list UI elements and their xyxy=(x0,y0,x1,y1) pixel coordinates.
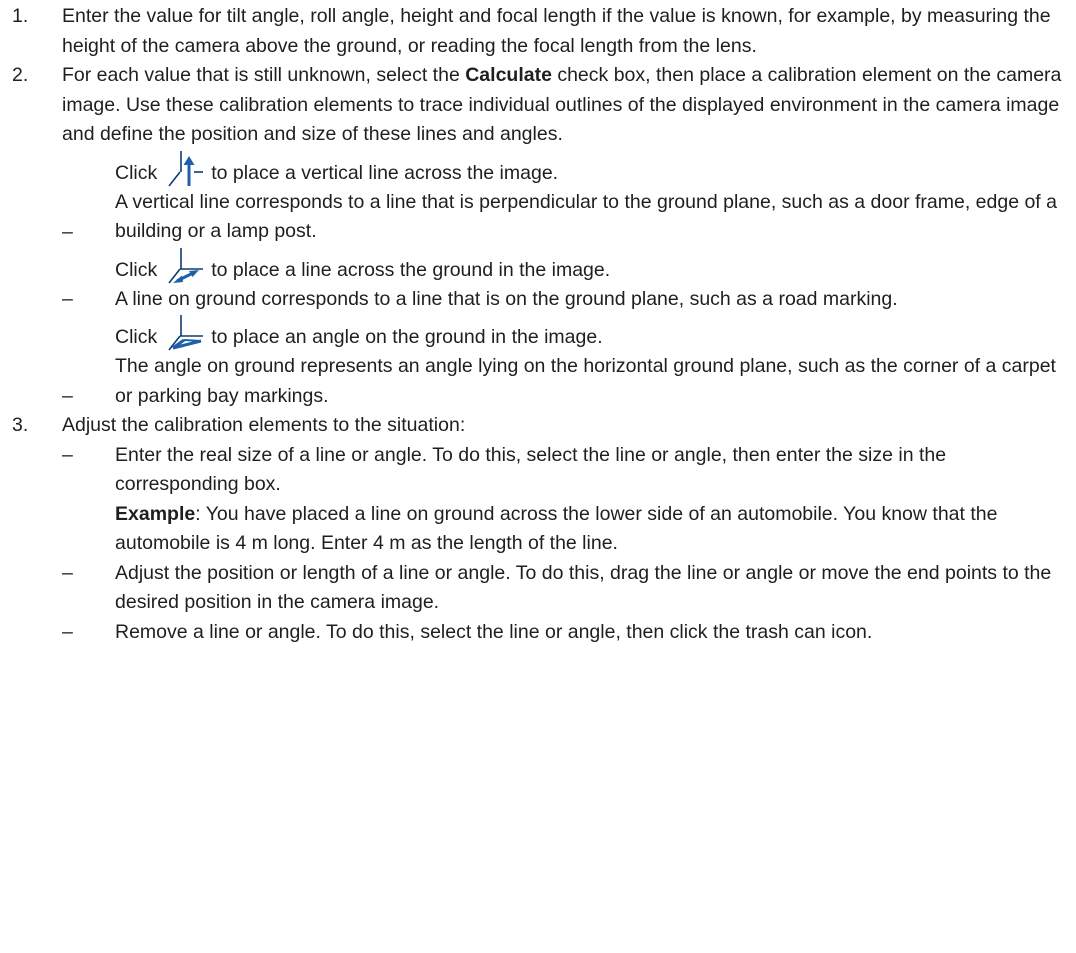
step-number: 3. xyxy=(12,414,29,436)
example-label: Example xyxy=(115,502,196,525)
item-description: A line on ground corresponds to a line t… xyxy=(115,287,898,310)
action-text: to place an angle on the ground in the i… xyxy=(211,326,603,348)
list-item: – Click to place a vertical line across … xyxy=(62,150,1070,247)
list-item: – Click to place an angle on the ground … xyxy=(62,314,1070,411)
step-text: For each value that is still unknown, se… xyxy=(62,61,1070,150)
line-on-ground-icon xyxy=(167,247,204,285)
click-label: Click xyxy=(115,161,158,184)
list-item-action-line: – Click to place a vertical line across … xyxy=(62,150,1070,243)
step-list: 1. Enter the value for tilt angle, roll … xyxy=(0,2,1076,647)
vertical-line-icon xyxy=(167,150,204,188)
item-text: Adjust the position or length of a line … xyxy=(115,561,1052,614)
item-text: Remove a line or angle. To do this, sele… xyxy=(115,620,873,643)
step-text: Enter the value for tilt angle, roll ang… xyxy=(62,5,1051,57)
adjustment-list: – Enter the real size of a line or angle… xyxy=(62,441,1070,648)
dash-bullet: – xyxy=(62,443,73,466)
click-label: Click xyxy=(115,326,158,348)
list-item-action-line: – Click to place an angle on the ground … xyxy=(62,314,1070,407)
step-text-part: For each value that is still unknown, se… xyxy=(62,64,466,86)
list-item: – Remove a line or angle. To do this, se… xyxy=(62,618,1070,648)
list-item: – Enter the real size of a line or angle… xyxy=(62,441,1070,559)
list-item-action-line: – Click to place a line across the groun… xyxy=(62,247,1070,310)
calculate-checkbox-label: Calculate xyxy=(465,64,552,86)
list-item: – Adjust the position or length of a lin… xyxy=(62,559,1070,618)
dash-bullet: – xyxy=(62,620,73,643)
step-2: 2. For each value that is still unknown,… xyxy=(0,61,1076,411)
item-text: Enter the real size of a line or angle. … xyxy=(115,443,947,496)
step-3: 3. Adjust the calibration elements to th… xyxy=(0,411,1076,647)
dash-bullet: – xyxy=(62,385,73,407)
step-1: 1. Enter the value for tilt angle, roll … xyxy=(0,2,1076,61)
example-text: : You have placed a line on ground acros… xyxy=(115,502,998,555)
step-number: 1. xyxy=(12,5,29,27)
item-description: The angle on ground represents an angle … xyxy=(115,355,1056,407)
instructions-document: 1. Enter the value for tilt angle, roll … xyxy=(0,0,1076,953)
example-paragraph: Example: You have placed a line on groun… xyxy=(115,500,1070,559)
action-text: to place a line across the ground in the… xyxy=(211,258,611,281)
list-item: – Click to place a line across the groun… xyxy=(62,247,1070,315)
step-number: 2. xyxy=(12,64,29,86)
dash-bullet: – xyxy=(62,220,73,243)
click-label: Click xyxy=(115,258,158,281)
calibration-element-list: – Click to place a vertical line across … xyxy=(62,150,1070,412)
step-text: Adjust the calibration elements to the s… xyxy=(62,414,466,436)
angle-on-ground-icon xyxy=(167,314,204,352)
item-description: A vertical line corresponds to a line th… xyxy=(115,190,1057,243)
dash-bullet: – xyxy=(62,288,73,310)
action-text: to place a vertical line across the imag… xyxy=(211,161,559,184)
dash-bullet: – xyxy=(62,561,73,584)
